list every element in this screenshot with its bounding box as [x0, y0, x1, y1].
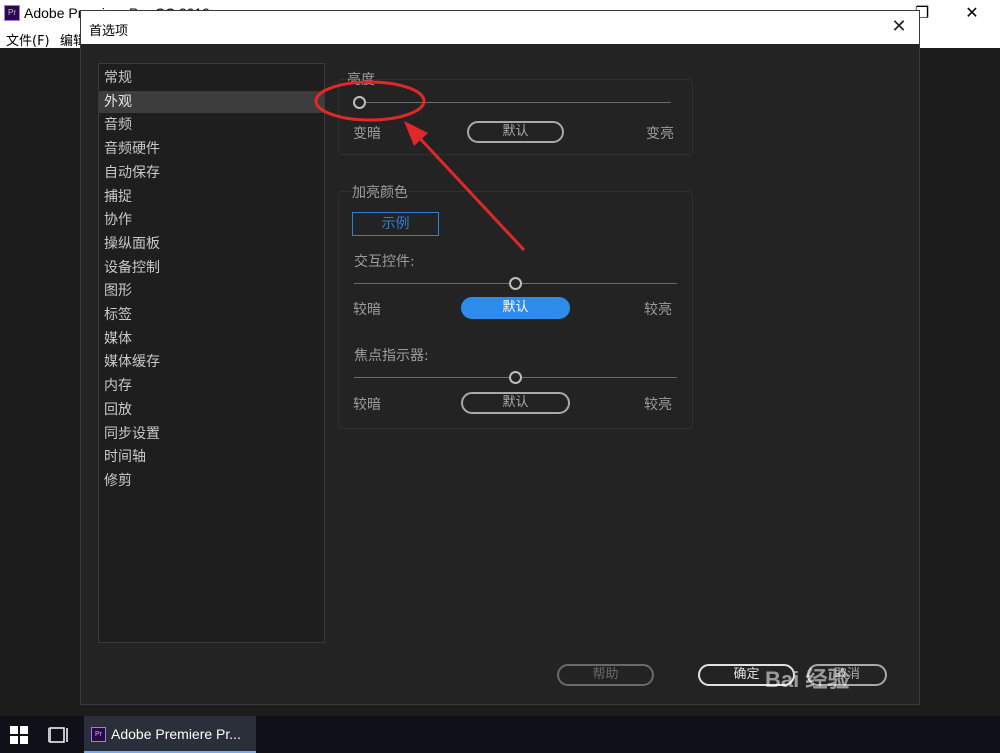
sidebar-item[interactable]: 媒体缓存: [99, 351, 324, 373]
premiere-logo-icon: Pr: [4, 5, 20, 21]
brightness-min-label: 变暗: [353, 126, 381, 142]
task-view-icon[interactable]: [48, 725, 68, 745]
dialog-titlebar: 首选项 ✕: [81, 11, 919, 44]
highlight-color-label: 加亮颜色: [352, 185, 408, 201]
help-button[interactable]: 帮助: [557, 664, 654, 686]
menu-file[interactable]: 文件(F): [6, 30, 50, 49]
sidebar-item[interactable]: 捕捉: [99, 186, 324, 208]
sidebar-item[interactable]: 标签: [99, 304, 324, 326]
app-close-icon[interactable]: ✕: [952, 2, 992, 26]
taskbar-premiere-app[interactable]: Pr Adobe Premiere Pr...: [84, 716, 256, 753]
taskbar: Pr Adobe Premiere Pr...: [0, 716, 1000, 753]
interactive-max-label: 较亮: [644, 302, 672, 318]
preferences-dialog: 首选项 ✕ 常规 外观 音频 音频硬件 自动保存 捕捉 协作 操纵面板 设备控制 图形 标签 媒体 媒体…: [80, 10, 920, 705]
sidebar-item[interactable]: 内存: [99, 375, 324, 397]
close-icon[interactable]: ✕: [887, 16, 911, 40]
sidebar-item[interactable]: 回放: [99, 399, 324, 421]
highlight-sample-swatch: 示例: [352, 212, 439, 236]
sidebar-item[interactable]: 同步设置: [99, 423, 324, 445]
sidebar-item[interactable]: 图形: [99, 280, 324, 302]
sidebar-item[interactable]: 常规: [99, 67, 324, 89]
focus-indicator-label: 焦点指示器:: [354, 348, 429, 364]
taskbar-app-label: Adobe Premiere Pr...: [111, 726, 241, 742]
brightness-max-label: 变亮: [646, 126, 674, 142]
interactive-controls-label: 交互控件:: [354, 254, 415, 270]
premiere-taskbar-icon: Pr: [91, 727, 106, 742]
interactive-default-button[interactable]: 默认: [461, 297, 570, 319]
focus-default-button[interactable]: 默认: [461, 392, 570, 414]
watermark: Bai 经验: [765, 667, 850, 692]
preferences-sidebar: 常规 外观 音频 音频硬件 自动保存 捕捉 协作 操纵面板 设备控制 图形 标签 媒体 媒体缓存 内存 回放…: [98, 63, 325, 643]
focus-max-label: 较亮: [644, 397, 672, 413]
sidebar-item[interactable]: 自动保存: [99, 162, 324, 184]
sidebar-item[interactable]: 外观: [99, 90, 324, 113]
sidebar-item[interactable]: 协作: [99, 209, 324, 231]
windows-start-icon[interactable]: [10, 726, 28, 744]
sidebar-item[interactable]: 音频: [99, 114, 324, 136]
brightness-slider-track[interactable]: [359, 102, 671, 103]
brightness-label: 亮度: [347, 72, 375, 88]
dialog-title: 首选项: [89, 24, 129, 39]
brightness-default-button[interactable]: 默认: [467, 121, 564, 143]
sidebar-item[interactable]: 媒体: [99, 328, 324, 350]
sidebar-item[interactable]: 操纵面板: [99, 233, 324, 255]
sidebar-item[interactable]: 时间轴: [99, 446, 324, 468]
brightness-panel: [338, 79, 693, 155]
interactive-slider-knob[interactable]: [509, 277, 522, 290]
sidebar-item[interactable]: 修剪: [99, 470, 324, 492]
brightness-slider-knob[interactable]: [352, 96, 366, 109]
sidebar-item[interactable]: 音频硬件: [99, 138, 324, 160]
interactive-min-label: 较暗: [353, 302, 381, 318]
focus-slider-knob[interactable]: [509, 371, 522, 384]
focus-min-label: 较暗: [353, 397, 381, 413]
sidebar-item[interactable]: 设备控制: [99, 257, 324, 279]
